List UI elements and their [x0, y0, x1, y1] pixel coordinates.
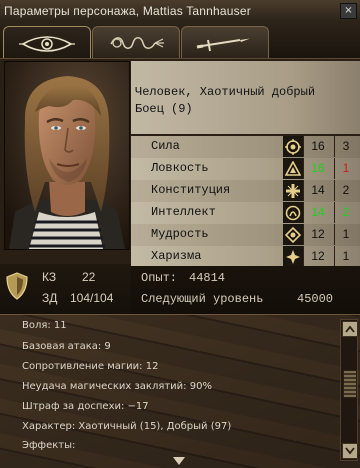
ability-row-wisdom[interactable]: Мудрость 12 1	[131, 224, 360, 247]
dexterity-icon	[283, 158, 303, 179]
next-level-value: 45000	[297, 292, 334, 306]
ability-row-strength[interactable]: Сила 16 3	[131, 136, 360, 159]
ability-name: Сила	[151, 139, 180, 153]
ability-score: 12	[311, 227, 325, 241]
detail-line: Базовая атака: 9	[22, 341, 111, 352]
window-titlebar: Параметры персонажа, Mattias Tannhauser …	[0, 0, 360, 23]
race-alignment-text: Человек, Хаотичный добрый	[135, 85, 316, 99]
character-portrait[interactable]	[4, 61, 130, 250]
close-icon: ×	[344, 5, 353, 16]
ability-score: 16	[311, 139, 325, 153]
hit-points-label: ЗД	[42, 291, 58, 305]
charisma-icon	[283, 246, 303, 267]
experience-value: 44814	[189, 271, 226, 285]
ability-modifier: 1	[342, 161, 350, 175]
detail-line: Неудача магических заклятий: 90%	[22, 381, 212, 392]
ability-modifier: 1	[342, 249, 350, 263]
scroll-thumb[interactable]	[343, 370, 357, 398]
rope-icon	[110, 37, 164, 49]
shield-icon	[6, 272, 28, 300]
sword-icon	[196, 38, 250, 52]
ability-row-intelligence[interactable]: Интеллект 14 2	[131, 202, 360, 225]
ability-score: 14	[311, 205, 325, 219]
ability-name: Мудрость	[151, 227, 209, 241]
tab-equipment[interactable]	[181, 26, 269, 59]
wisdom-icon	[283, 224, 303, 245]
details-scrollbar[interactable]	[340, 319, 358, 461]
strength-icon	[283, 136, 303, 157]
detail-line: Характер: Хаотичный (15), Добрый (97)	[22, 421, 232, 432]
eye-icon	[19, 35, 75, 52]
portrait-image	[5, 62, 129, 249]
ability-name: Конституция	[151, 183, 231, 197]
ability-name: Интеллект	[151, 205, 216, 219]
scroll-down-button[interactable]	[342, 443, 358, 459]
experience-block: Опыт: 44814 Следующий уровень 45000	[131, 266, 360, 314]
detail-line: Штраф за доспехи: −17	[22, 401, 149, 412]
race-class-panel: Человек, Хаотичный добрый Боец (9)	[131, 61, 360, 134]
ability-score: 16	[311, 161, 325, 175]
close-button[interactable]: ×	[340, 3, 357, 19]
detail-line: Воля: 11	[22, 320, 67, 331]
character-summary-panel: Человек, Хаотичный добрый Боец (9) Сила …	[0, 58, 360, 314]
intelligence-icon	[283, 202, 303, 223]
ability-score: 14	[311, 183, 325, 197]
ability-modifier: 1	[342, 227, 350, 241]
scroll-up-button[interactable]	[342, 321, 358, 337]
window-title: Параметры персонажа, Mattias Tannhauser	[4, 4, 251, 18]
ability-modifier: 2	[342, 183, 350, 197]
experience-label: Опыт:	[141, 271, 178, 285]
defense-block: КЗ 22 ЗД 104/104	[0, 264, 131, 314]
chevron-down-icon	[345, 447, 355, 455]
ability-row-dexterity[interactable]: Ловкость 16 1	[131, 158, 360, 181]
ability-score: 12	[311, 249, 325, 263]
ability-modifier: 2	[342, 205, 350, 219]
ability-name: Харизма	[151, 249, 202, 263]
armor-class-value: 22	[82, 270, 96, 284]
expand-down-arrow-icon[interactable]	[172, 455, 186, 467]
constitution-icon	[283, 180, 303, 201]
next-level-label: Следующий уровень	[141, 292, 264, 306]
tab-character-stats[interactable]	[3, 26, 91, 60]
ability-row-constitution[interactable]: Конституция 14 2	[131, 180, 360, 203]
detail-line: Эффекты:	[22, 440, 76, 451]
details-scroll-panel[interactable]: Воля: 11 Базовая атака: 9 Сопротивление …	[0, 314, 360, 468]
ability-name: Ловкость	[151, 161, 209, 175]
armor-class-label: КЗ	[42, 270, 57, 284]
tab-skills[interactable]	[92, 26, 180, 59]
chevron-up-icon	[345, 325, 355, 333]
hit-points-value: 104/104	[70, 291, 114, 305]
class-level-text: Боец (9)	[135, 102, 193, 116]
tab-strip	[0, 22, 360, 60]
ability-modifier: 3	[342, 139, 350, 153]
detail-line: Сопротивление магии: 12	[22, 361, 159, 372]
